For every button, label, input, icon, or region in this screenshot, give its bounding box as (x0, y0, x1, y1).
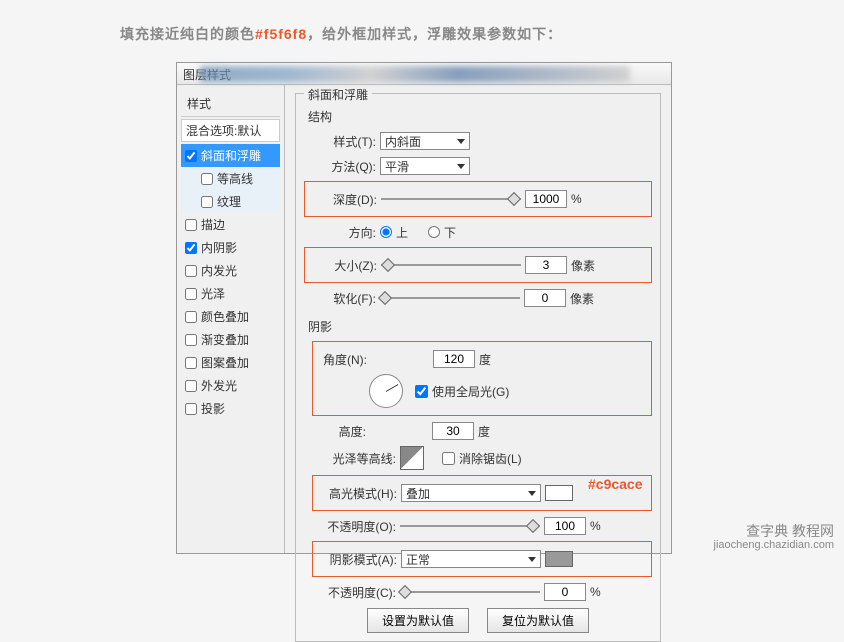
sidebar-label-1: 等高线 (217, 170, 253, 187)
gloss-label: 光泽等高线: (316, 450, 396, 467)
sidebar-checkbox-6[interactable] (185, 288, 197, 300)
gloss-contour-picker[interactable] (400, 446, 424, 470)
sidebar-item-3[interactable]: 描边 (181, 213, 280, 236)
shadow-color-annotation: #c9cace (588, 476, 643, 492)
soften-label: 软化(F): (308, 290, 376, 307)
highlight-opacity-input[interactable] (544, 517, 586, 535)
sidebar-item-1[interactable]: 等高线 (181, 167, 280, 190)
technique-select[interactable]: 平滑 (380, 157, 470, 175)
antialias-label: 消除锯齿(L) (459, 450, 522, 467)
depth-slider[interactable] (381, 192, 521, 206)
direction-down-label: 下 (444, 224, 456, 241)
sidebar-item-9[interactable]: 图案叠加 (181, 351, 280, 374)
size-slider[interactable] (381, 258, 521, 272)
sidebar-item-4[interactable]: 内阴影 (181, 236, 280, 259)
shadow-opacity-input[interactable] (544, 583, 586, 601)
sidebar-item-2[interactable]: 纹理 (181, 190, 280, 213)
size-label: 大小(Z): (309, 257, 377, 274)
sidebar-checkbox-3[interactable] (185, 219, 197, 231)
highlight-opacity-unit: % (590, 519, 601, 533)
direction-up-label: 上 (396, 224, 408, 241)
highlight-opacity-label: 不透明度(O): (316, 518, 396, 535)
sidebar-label-4: 内阴影 (201, 239, 237, 256)
highlight-mode-select[interactable]: 叠加 (401, 484, 541, 502)
highlight-mode-label: 高光模式(H): (317, 485, 397, 502)
angle-wheel[interactable] (369, 374, 403, 408)
sidebar-item-10[interactable]: 外发光 (181, 374, 280, 397)
technique-label: 方法(Q): (308, 158, 376, 175)
reset-default-button[interactable]: 复位为默认值 (487, 608, 589, 633)
sidebar-checkbox-2[interactable] (201, 196, 213, 208)
sidebar-checkbox-11[interactable] (185, 403, 197, 415)
shadow-mode-label: 阴影模式(A): (317, 551, 397, 568)
sidebar-label-8: 渐变叠加 (201, 331, 249, 348)
style-select[interactable]: 内斜面 (380, 132, 470, 150)
highlight-opacity-slider[interactable] (400, 519, 540, 533)
sidebar-item-8[interactable]: 渐变叠加 (181, 328, 280, 351)
altitude-label: 高度: (316, 423, 366, 440)
depth-label: 深度(D): (309, 191, 377, 208)
size-unit: 像素 (571, 257, 595, 274)
sidebar-label-2: 纹理 (217, 193, 241, 210)
sidebar-label-9: 图案叠加 (201, 354, 249, 371)
angle-input[interactable] (433, 350, 475, 368)
shadow-mode-select[interactable]: 正常 (401, 550, 541, 568)
sidebar-label-10: 外发光 (201, 377, 237, 394)
depth-unit: % (571, 192, 582, 206)
shadow-opacity-label: 不透明度(C): (316, 584, 396, 601)
sidebar-label-6: 光泽 (201, 285, 225, 302)
sidebar-checkbox-8[interactable] (185, 334, 197, 346)
sidebar-blend-options[interactable]: 混合选项:默认 (181, 119, 280, 142)
blurred-header-decor (200, 66, 630, 82)
soften-slider[interactable] (380, 291, 520, 305)
global-light-label: 使用全局光(G) (432, 383, 509, 400)
sidebar-item-6[interactable]: 光泽 (181, 282, 280, 305)
sidebar-checkbox-7[interactable] (185, 311, 197, 323)
shading-legend: 阴影 (308, 318, 648, 335)
sidebar-item-0[interactable]: 斜面和浮雕 (181, 144, 280, 167)
sidebar-item-7[interactable]: 颜色叠加 (181, 305, 280, 328)
soften-input[interactable] (524, 289, 566, 307)
sidebar-checkbox-0[interactable] (185, 150, 197, 162)
page-caption: 填充接近纯白的颜色#f5f6f8，给外框加样式，浮雕效果参数如下： (120, 24, 562, 44)
sidebar-item-11[interactable]: 投影 (181, 397, 280, 420)
direction-label: 方向: (308, 224, 376, 241)
sidebar-label-11: 投影 (201, 400, 225, 417)
sidebar-checkbox-1[interactable] (201, 173, 213, 185)
shadow-opacity-unit: % (590, 585, 601, 599)
altitude-input[interactable] (432, 422, 474, 440)
shadow-opacity-slider[interactable] (400, 585, 540, 599)
style-label: 样式(T): (308, 133, 376, 150)
altitude-unit: 度 (478, 423, 490, 440)
panel-title: 斜面和浮雕 (304, 86, 372, 103)
make-default-button[interactable]: 设置为默认值 (367, 608, 469, 633)
sidebar-label-3: 描边 (201, 216, 225, 233)
sidebar-checkbox-5[interactable] (185, 265, 197, 277)
direction-down-radio[interactable] (428, 226, 440, 238)
sidebar-styles-header[interactable]: 样式 (181, 91, 280, 117)
sidebar-label-5: 内发光 (201, 262, 237, 279)
angle-label: 角度(N): (317, 351, 367, 368)
angle-unit: 度 (479, 351, 491, 368)
antialias-checkbox[interactable] (442, 452, 455, 465)
sidebar-checkbox-10[interactable] (185, 380, 197, 392)
global-light-checkbox[interactable] (415, 385, 428, 398)
direction-up-radio[interactable] (380, 226, 392, 238)
sidebar-label-7: 颜色叠加 (201, 308, 249, 325)
depth-input[interactable] (525, 190, 567, 208)
sidebar-item-5[interactable]: 内发光 (181, 259, 280, 282)
sidebar-checkbox-9[interactable] (185, 357, 197, 369)
sidebar-checkbox-4[interactable] (185, 242, 197, 254)
effects-sidebar: 样式 混合选项:默认 斜面和浮雕等高线纹理描边内阴影内发光光泽颜色叠加渐变叠加图… (177, 85, 285, 553)
shadow-color-swatch[interactable] (545, 551, 573, 567)
soften-unit: 像素 (570, 290, 594, 307)
sidebar-label-0: 斜面和浮雕 (201, 147, 261, 164)
watermark: 查字典 教程网 jiaocheng.chazidian.com (714, 524, 834, 552)
size-input[interactable] (525, 256, 567, 274)
structure-legend: 结构 (308, 108, 648, 125)
highlight-color-swatch[interactable] (545, 485, 573, 501)
